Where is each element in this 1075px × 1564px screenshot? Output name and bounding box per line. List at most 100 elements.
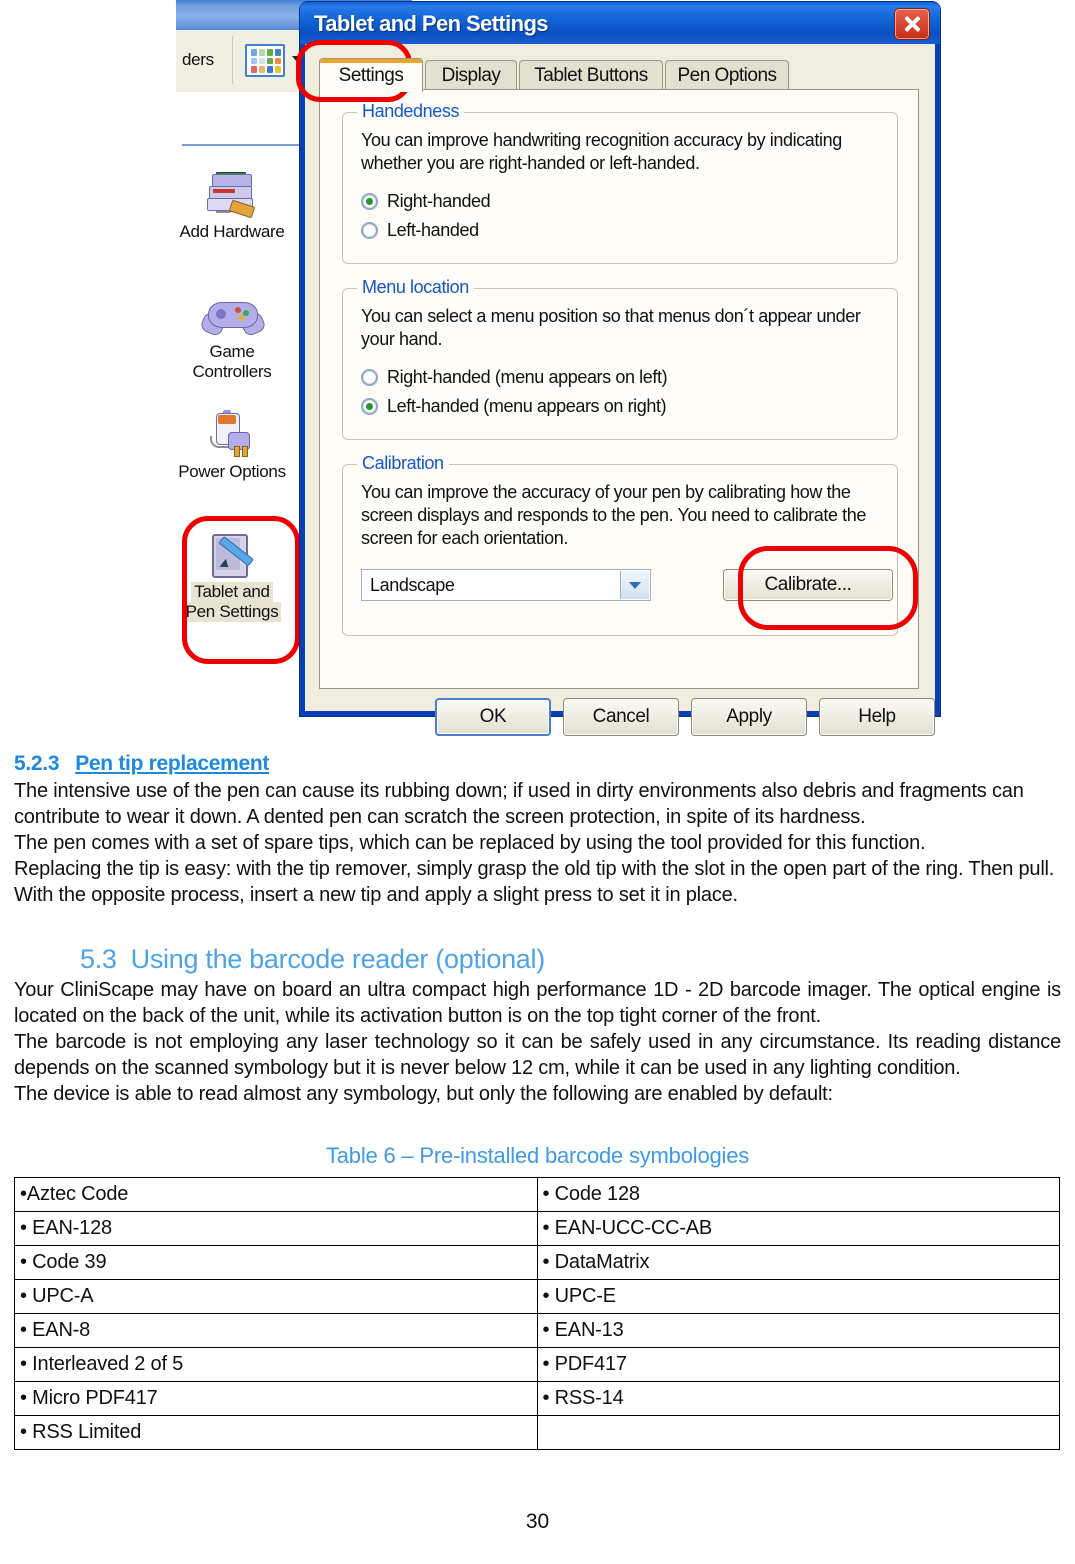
apply-button[interactable]: Apply xyxy=(691,698,807,736)
table-row: • EAN-8 • EAN-13 xyxy=(14,1313,1060,1348)
radio-button-icon[interactable] xyxy=(361,398,378,415)
radio-button-icon[interactable] xyxy=(361,193,378,210)
radio-label: Left-handed (menu appears on right) xyxy=(387,396,667,416)
table-cell-right: • RSS-14 xyxy=(536,1381,1060,1416)
table-cell-right: • UPC-E xyxy=(536,1279,1060,1314)
radio-button-icon[interactable] xyxy=(361,222,378,239)
calibrate-button[interactable]: Calibrate... xyxy=(723,569,893,601)
paragraph: The pen comes with a set of spare tips, … xyxy=(14,832,926,854)
dialog-tabstrip: Settings Display Tablet Buttons Pen Opti… xyxy=(319,58,919,92)
tab-tablet-buttons[interactable]: Tablet Buttons xyxy=(519,60,663,90)
paragraph: The device is able to read almost any sy… xyxy=(14,1083,833,1105)
radio-left-handed[interactable]: Left-handed xyxy=(361,220,879,241)
paragraph: Your CliniScape may have on board an ult… xyxy=(14,979,1061,1027)
settings-tab-page: Handedness You can improve handwriting r… xyxy=(319,89,919,689)
heading-5-3: 5.3 Using the barcode reader (optional) xyxy=(80,944,1075,975)
handedness-group-title: Handedness xyxy=(357,101,465,122)
table-row: •Aztec Code • Code 128 xyxy=(14,1177,1060,1212)
paragraph: The barcode is not employing any laser t… xyxy=(14,1031,1061,1079)
help-button-label: Help xyxy=(858,706,896,727)
radio-label: Left-handed xyxy=(387,220,479,240)
handedness-group: Handedness You can improve handwriting r… xyxy=(342,101,898,264)
table-cell-right: • EAN-UCC-CC-AB xyxy=(536,1211,1060,1246)
table-caption: Table 6 – Pre-installed barcode symbolog… xyxy=(325,1143,750,1168)
table-cell-left: • Micro PDF417 xyxy=(14,1381,538,1416)
chevron-down-icon[interactable] xyxy=(620,571,649,599)
calibration-group: Calibration You can improve the accuracy… xyxy=(342,453,898,636)
radio-menu-right-handed[interactable]: Right-handed (menu appears on left) xyxy=(361,367,879,388)
table-cell-right xyxy=(536,1415,1060,1450)
handedness-description: You can improve handwriting recognition … xyxy=(361,130,842,173)
paragraph: The intensive use of the pen can cause i… xyxy=(14,780,1024,828)
tab-label: Settings xyxy=(338,64,404,86)
tab-pen-options[interactable]: Pen Options xyxy=(665,60,789,90)
table-cell-right: • EAN-13 xyxy=(536,1313,1060,1348)
item-label-line2: Pen Settings xyxy=(182,602,282,622)
calibration-group-title: Calibration xyxy=(357,453,449,474)
tab-label: Display xyxy=(441,64,501,86)
radio-button-icon[interactable] xyxy=(361,369,378,386)
table-row: • EAN-128 • EAN-UCC-CC-AB xyxy=(14,1211,1060,1246)
tablet-pen-icon xyxy=(204,530,260,578)
paragraph: Replacing the tip is easy: with the tip … xyxy=(14,858,1055,880)
help-button[interactable]: Help xyxy=(819,698,935,736)
close-icon[interactable] xyxy=(894,8,930,40)
tab-label: Pen Options xyxy=(677,64,777,86)
barcode-symbologies-table: •Aztec Code • Code 128 • EAN-128 • EAN-UCC-… xyxy=(14,1177,1060,1450)
heading-number: 5.3 xyxy=(80,944,117,974)
screenshot-region: ders Add Hardware Game Controllers Power… xyxy=(0,0,1075,745)
tab-label: Tablet Buttons xyxy=(534,64,648,86)
menu-location-description: You can select a menu position so that m… xyxy=(361,306,861,349)
document-body: 5.2.3 Pen tip replacement The intensive … xyxy=(0,752,1075,1450)
table-cell-left: • UPC-A xyxy=(14,1279,538,1314)
heading-number: 5.2.3 xyxy=(14,752,60,775)
tab-settings[interactable]: Settings xyxy=(319,58,423,92)
orientation-value: Landscape xyxy=(370,574,455,595)
tab-display[interactable]: Display xyxy=(425,60,517,90)
paragraph: With the opposite process, insert a new … xyxy=(14,884,738,906)
table-cell-right: • DataMatrix xyxy=(536,1245,1060,1280)
toolbar-separator xyxy=(232,36,233,84)
table-cell-left: • Interleaved 2 of 5 xyxy=(14,1347,538,1382)
menu-location-group: Menu location You can select a menu posi… xyxy=(342,277,898,440)
cancel-button-label: Cancel xyxy=(592,706,650,727)
menu-location-group-title: Menu location xyxy=(357,277,474,298)
views-button[interactable] xyxy=(245,44,285,77)
dialog-body: Settings Display Tablet Buttons Pen Opti… xyxy=(305,44,935,736)
dialog-titlebar[interactable]: Tablet and Pen Settings xyxy=(300,2,940,44)
radio-label: Right-handed xyxy=(387,191,491,211)
calibrate-button-label: Calibrate... xyxy=(764,574,852,595)
table-cell-left: • Code 39 xyxy=(14,1245,538,1280)
table-cell-left: • EAN-8 xyxy=(14,1313,538,1348)
page-number: 30 xyxy=(525,1510,550,1533)
table-row: • Micro PDF417 • RSS-14 xyxy=(14,1381,1060,1416)
table-row: • RSS Limited xyxy=(14,1415,1060,1450)
radio-right-handed[interactable]: Right-handed xyxy=(361,191,879,212)
table-cell-left: • RSS Limited xyxy=(14,1415,538,1450)
calibration-description: You can improve the accuracy of your pen… xyxy=(361,482,866,548)
cancel-button[interactable]: Cancel xyxy=(563,698,679,736)
radio-label: Right-handed (menu appears on left) xyxy=(387,367,668,387)
table-cell-left: •Aztec Code xyxy=(14,1177,538,1212)
table-row: • UPC-A • UPC-E xyxy=(14,1279,1060,1314)
ok-button-label: OK xyxy=(479,706,507,727)
orientation-select[interactable]: Landscape xyxy=(361,569,651,601)
table-cell-left: • EAN-128 xyxy=(14,1211,538,1246)
radio-menu-left-handed[interactable]: Left-handed (menu appears on right) xyxy=(361,396,879,417)
ok-button[interactable]: OK xyxy=(435,698,551,736)
table-cell-right: • Code 128 xyxy=(536,1177,1060,1212)
heading-text: Pen tip replacement xyxy=(75,752,270,775)
tablet-pen-settings-dialog: Tablet and Pen Settings Settings Display… xyxy=(300,2,940,736)
table-cell-right: • PDF417 xyxy=(536,1347,1060,1382)
power-options-icon xyxy=(204,410,260,458)
apply-button-label: Apply xyxy=(726,706,772,727)
folders-toolbar-label[interactable]: ders xyxy=(182,50,214,70)
heading-text: Using the barcode reader (optional) xyxy=(130,944,546,974)
views-grid-icon xyxy=(251,49,281,73)
add-hardware-icon xyxy=(204,170,260,219)
heading-5-2-3: 5.2.3 Pen tip replacement xyxy=(14,752,1075,776)
dialog-button-row: OK Cancel Apply Help xyxy=(305,692,935,744)
dialog-title: Tablet and Pen Settings xyxy=(314,11,549,36)
table-row: • Code 39 • DataMatrix xyxy=(14,1245,1060,1280)
